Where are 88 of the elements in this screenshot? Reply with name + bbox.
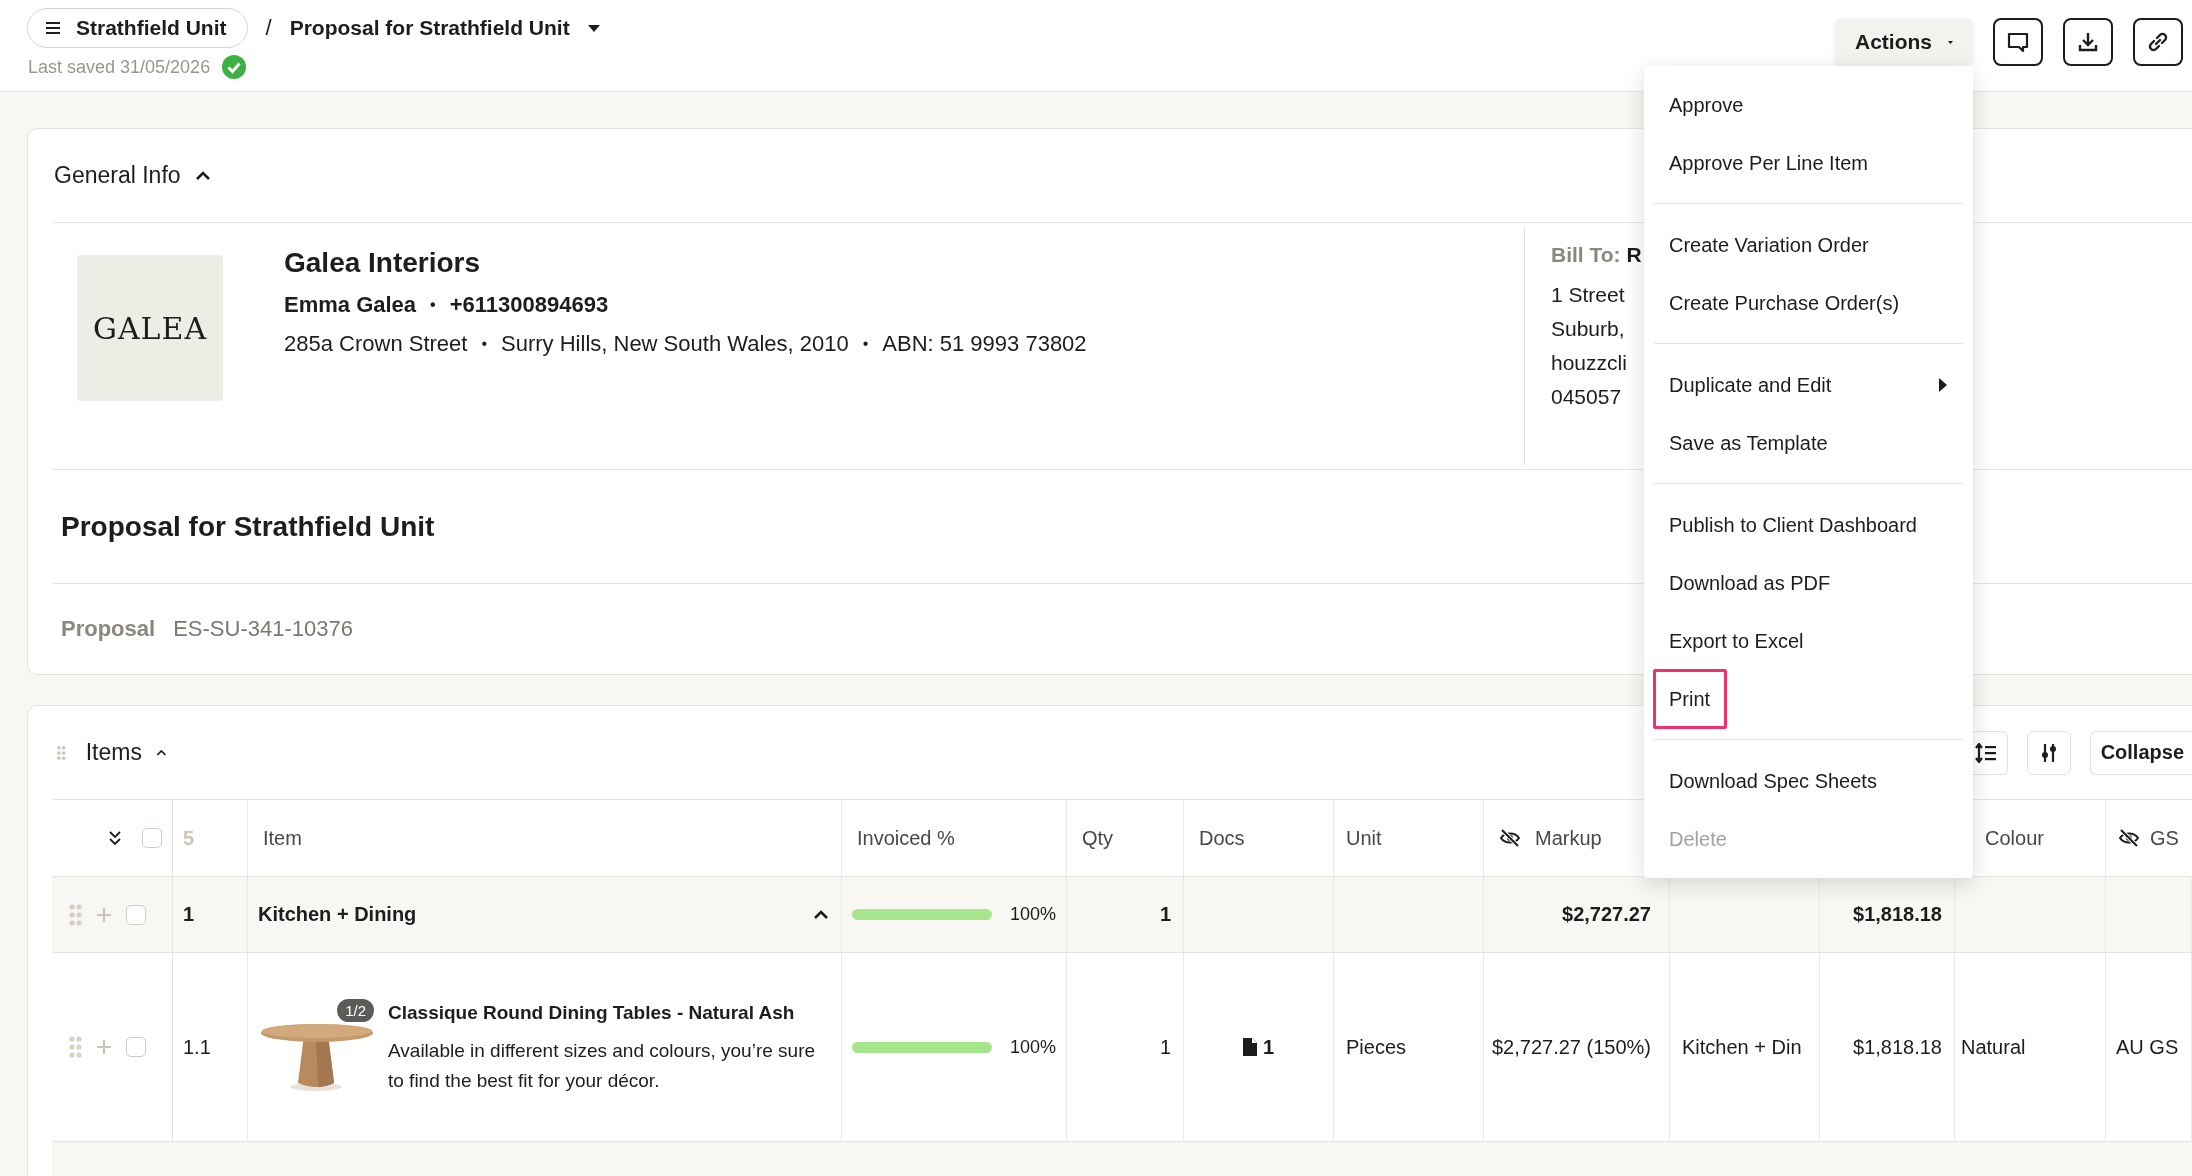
- invoiced-percent: 100%: [1009, 1036, 1056, 1058]
- link-button[interactable]: [2133, 18, 2183, 66]
- room-name: Kitchen + Din: [1682, 1035, 1802, 1059]
- address-text: ABN: 51 9993 73802: [882, 331, 1087, 357]
- checkbox[interactable]: [126, 1037, 146, 1057]
- item-description: Available in different sizes and colours, you’re sure to find the best fit for your décor.: [388, 1039, 817, 1093]
- collapse-chevron-icon[interactable]: [194, 170, 211, 181]
- group-name: Kitchen + Dining: [258, 903, 418, 926]
- comment-button[interactable]: [1993, 18, 2043, 66]
- column-header: Qty: [1082, 826, 1114, 850]
- collapse-button[interactable]: Collapse: [2089, 730, 2192, 775]
- colour: Natural: [1961, 1035, 2026, 1059]
- sliders-icon: [2039, 742, 2058, 763]
- address-text: Surry Hills, New South Wales, 2010: [501, 331, 849, 357]
- company-name: Galea Interiors: [284, 247, 482, 280]
- client-name: R: [1626, 243, 1642, 268]
- section-title: Items: [85, 739, 142, 766]
- submenu-arrow-icon: [1939, 378, 1947, 392]
- checkbox[interactable]: [142, 828, 162, 848]
- caret-down-icon: [1948, 38, 1953, 46]
- link-icon: [2146, 30, 2170, 54]
- separator-dot: •: [862, 335, 869, 353]
- bill-to-label: Bill To:: [1551, 243, 1621, 268]
- expand-all-icon[interactable]: [108, 830, 122, 846]
- proposal-label: Proposal: [61, 616, 156, 642]
- logo-wordmark: GALEA: [92, 310, 208, 346]
- menu-item[interactable]: Download Spec Sheets: [1644, 752, 1973, 810]
- row-number: 1.1: [183, 1035, 211, 1059]
- item-count: 5: [183, 826, 195, 850]
- menu-item[interactable]: Publish to Client Dashboard: [1644, 496, 1973, 554]
- collapse-chevron-icon[interactable]: [813, 909, 829, 920]
- client-detail: 045057: [1551, 385, 1623, 409]
- item-name: Classique Round Dining Tables - Natural Ash: [388, 1001, 796, 1025]
- price: $1,818.18: [1853, 1035, 1942, 1059]
- markup-amount: $2,727.27 (150%): [1492, 1035, 1651, 1059]
- menu-item[interactable]: Download as PDF: [1644, 554, 1973, 612]
- price: $1,818.18: [1853, 903, 1942, 926]
- contact-text: +611300894693: [449, 292, 609, 318]
- client-detail: 1 Street: [1551, 283, 1626, 307]
- menu-item[interactable]: Approve: [1644, 76, 1973, 134]
- tax-code: AU GS: [2116, 1035, 2179, 1059]
- download-button[interactable]: [2063, 18, 2113, 66]
- drag-handle-icon[interactable]: [69, 1036, 82, 1058]
- filter-settings-button[interactable]: [2026, 730, 2071, 775]
- column-header: Docs: [1199, 826, 1245, 850]
- collapse-chevron-icon[interactable]: [155, 747, 167, 758]
- unit: Pieces: [1346, 1035, 1407, 1059]
- quantity: 1: [1159, 903, 1171, 926]
- client-detail: Suburb,: [1551, 317, 1626, 341]
- menu-item[interactable]: Export to Excel: [1644, 612, 1973, 670]
- column-header: GS: [2150, 826, 2179, 850]
- caret-down-icon: [587, 24, 600, 32]
- comment-icon: [2006, 30, 2030, 54]
- row-number: 1: [183, 903, 195, 926]
- column-header: Unit: [1346, 826, 1382, 850]
- separator-dot: •: [430, 296, 436, 314]
- menu-item[interactable]: Create Purchase Order(s): [1644, 274, 1973, 332]
- document-icon: [1242, 1038, 1257, 1056]
- menu-icon: [46, 22, 60, 34]
- drag-handle-icon[interactable]: [69, 903, 82, 926]
- address-text: 285a Crown Street: [284, 331, 468, 357]
- actions-button[interactable]: Actions: [1835, 18, 1973, 66]
- contact-text: Emma Galea: [284, 292, 417, 318]
- last-saved-text: Last saved 31/05/2026: [28, 56, 211, 78]
- separator-dot: •: [481, 335, 488, 353]
- breadcrumb-separator: /: [265, 15, 272, 41]
- invoiced-percent: 100%: [1009, 904, 1056, 925]
- menu-item[interactable]: Create Variation Order: [1644, 216, 1973, 274]
- column-header: Markup: [1535, 826, 1602, 850]
- menu-item[interactable]: Duplicate and Edit: [1644, 356, 1973, 414]
- column-header: Item: [263, 826, 302, 850]
- menu-item[interactable]: Print: [1653, 669, 1728, 729]
- menu-item[interactable]: Save as Template: [1644, 414, 1973, 472]
- row-height-icon: [1974, 742, 1997, 763]
- client-detail: houzzcli: [1551, 351, 1628, 375]
- document-count: 1: [1262, 1035, 1275, 1059]
- column-header: Invoiced %: [857, 826, 955, 850]
- markup-amount: $2,727.27: [1562, 903, 1651, 926]
- project-breadcrumb[interactable]: Strathfield Unit: [27, 8, 248, 48]
- column-header: Colour: [1985, 826, 2044, 850]
- document-dropdown[interactable]: Proposal for Strathfield Unit: [289, 16, 600, 40]
- checkbox[interactable]: [126, 904, 146, 925]
- proposal-number: ES-SU-341-10376: [173, 616, 353, 642]
- menu-item[interactable]: Approve Per Line Item: [1644, 134, 1973, 192]
- section-title: General Info: [54, 162, 181, 189]
- proposal-title: Proposal for Strathfield Unit: [61, 510, 435, 543]
- download-icon: [2076, 30, 2100, 54]
- quantity: 1: [1159, 1035, 1171, 1059]
